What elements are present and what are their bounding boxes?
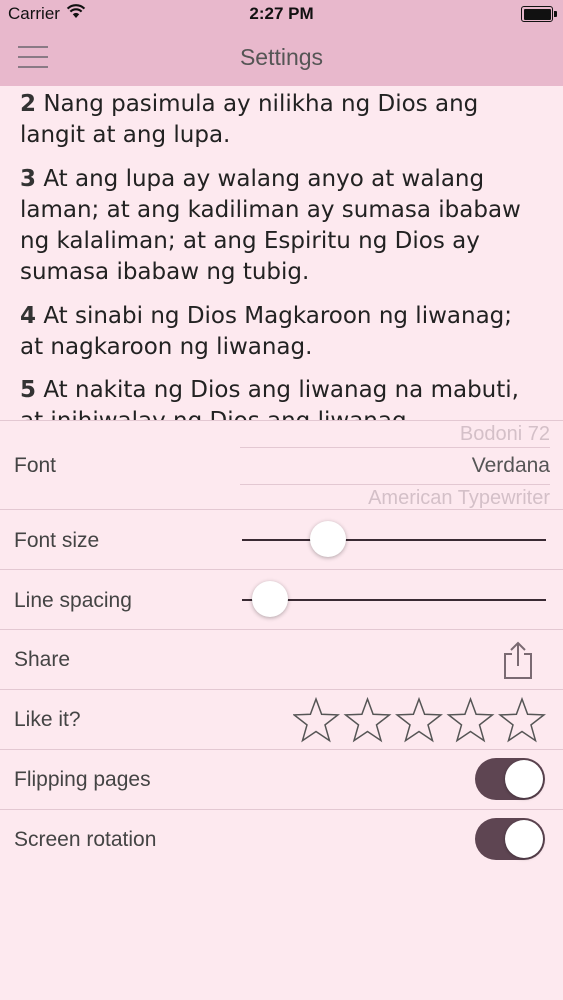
star-icon[interactable] [395,696,443,743]
share-label: Share [14,648,71,671]
reading-area[interactable]: 2 Nang pasimula ay nilikha ng Dios ang l… [0,86,563,420]
nav-bar: Settings [0,28,563,86]
verse: 3 At ang lupa ay walang anyo at walang l… [20,164,540,288]
verse-number: 2 [20,91,37,117]
verse-text: Nang pasimula ay nilikha ng Dios ang lan… [20,91,479,148]
line-spacing-row: Line spacing [0,569,563,629]
line-spacing-slider[interactable] [242,581,546,617]
status-bar: Carrier 2:27 PM [0,0,563,28]
share-icon[interactable] [501,640,535,680]
screen-rotation-label: Screen rotation [14,828,157,851]
battery-icon [521,6,557,22]
font-row: Font Bodoni 72 Verdana American Typewrit… [0,420,563,510]
flipping-pages-label: Flipping pages [14,768,151,791]
verse-text: At nakita ng Dios ang liwanag na mabuti,… [20,377,519,420]
verse: 2 Nang pasimula ay nilikha ng Dios ang l… [20,89,540,151]
like-label: Like it? [14,708,81,731]
font-size-slider[interactable] [242,521,546,557]
font-option-selected[interactable]: Verdana [472,454,550,478]
share-row[interactable]: Share [0,629,563,689]
verse: 5 At nakita ng Dios ang liwanag na mabut… [20,375,540,420]
status-time: 2:27 PM [249,4,314,23]
flipping-pages-toggle[interactable] [475,758,545,800]
settings-panel: Font Bodoni 72 Verdana American Typewrit… [0,420,563,1000]
star-icon[interactable] [446,696,495,743]
like-row: Like it? [0,689,563,749]
font-option[interactable]: American Typewriter [368,487,550,510]
font-label: Font [14,454,57,477]
screen-rotation-toggle[interactable] [475,818,545,860]
slider-thumb[interactable] [310,521,346,557]
verse-number: 4 [20,303,37,329]
font-size-row: Font size [0,509,563,569]
page-title: Settings [239,44,324,70]
rating-stars[interactable] [293,696,551,744]
font-option[interactable]: Bodoni 72 [460,423,550,446]
verse-number: 5 [20,377,37,403]
font-size-label: Font size [14,529,100,552]
star-icon[interactable] [293,696,340,743]
verse-number: 3 [20,166,37,192]
verse-text: At sinabi ng Dios Magkaroon ng liwanag; … [20,303,513,360]
verse: 4 At sinabi ng Dios Magkaroon ng liwanag… [20,301,540,363]
slider-thumb[interactable] [252,581,289,617]
font-picker[interactable]: Bodoni 72 Verdana American Typewriter [240,421,550,510]
star-icon[interactable] [343,696,392,743]
verse-text: At ang lupa ay walang anyo at walang lam… [20,166,521,285]
screen-rotation-row: Screen rotation [0,809,563,869]
flipping-pages-row: Flipping pages [0,749,563,809]
line-spacing-label: Line spacing [14,589,132,612]
star-icon[interactable] [498,696,546,743]
